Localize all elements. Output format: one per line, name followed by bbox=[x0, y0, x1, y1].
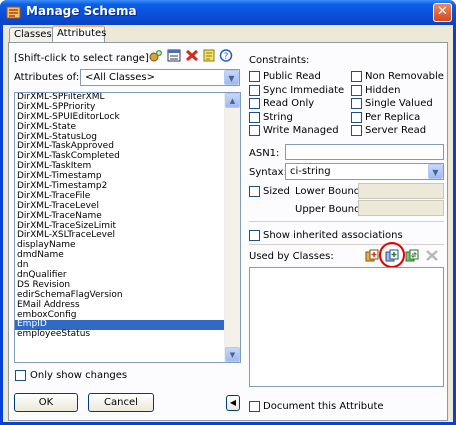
cancel-button[interactable]: Cancel bbox=[88, 393, 154, 412]
sized-checkbox[interactable] bbox=[249, 186, 260, 197]
scroll-up-icon[interactable]: ▲ bbox=[225, 93, 240, 108]
remove-class-icon[interactable] bbox=[425, 249, 439, 262]
constraint-label: Public Read bbox=[263, 71, 321, 82]
constraint-label: Write Managed bbox=[263, 125, 339, 137]
only-show-changes-label: Only show changes bbox=[30, 370, 128, 381]
constraint-label: Sync Immediate bbox=[263, 84, 345, 96]
schema-icon[interactable] bbox=[167, 49, 181, 62]
manage-schema-window: Manage Schema ✕ Classes Attributes [Shif… bbox=[0, 0, 456, 425]
constraint-label: Read Only bbox=[263, 98, 315, 110]
show-inherited-checkbox[interactable] bbox=[249, 230, 260, 241]
constraints-label: Constraints: bbox=[249, 55, 310, 66]
constraint-checkbox[interactable] bbox=[351, 98, 362, 110]
used-by-classes-list[interactable] bbox=[249, 267, 444, 387]
tab-classes[interactable]: Classes bbox=[9, 27, 53, 42]
syntax-dropdown[interactable]: ci-string ▼ bbox=[285, 163, 444, 180]
attribute-list-item[interactable]: emboxConfig bbox=[15, 310, 240, 321]
attribute-list-item[interactable]: dmdName bbox=[15, 250, 240, 261]
constraint-label: String bbox=[263, 111, 293, 123]
constraint-checkbox[interactable] bbox=[249, 125, 260, 137]
add-class-icon[interactable] bbox=[365, 249, 379, 262]
constraint-checkbox[interactable] bbox=[249, 84, 260, 96]
constraint-label: Non Removable bbox=[365, 71, 444, 82]
ok-button[interactable]: OK bbox=[14, 393, 78, 412]
window-title: Manage Schema bbox=[26, 4, 137, 18]
shift-click-hint: [Shift-click to select range] bbox=[14, 53, 149, 64]
document-attribute-label: Document this Attribute bbox=[263, 401, 384, 412]
constraint-label: Per Replica bbox=[365, 111, 421, 123]
constraint-checkbox[interactable] bbox=[249, 98, 260, 110]
notes-icon[interactable] bbox=[202, 49, 216, 62]
attribute-list[interactable]: DirXML-SPFilterXML DirXML-SPPriority DirXM… bbox=[14, 92, 241, 363]
highlight-circle bbox=[379, 242, 405, 268]
delete-icon[interactable] bbox=[185, 49, 199, 62]
syntax-label: Syntax: bbox=[249, 167, 287, 178]
upper-bound-input[interactable] bbox=[358, 200, 444, 216]
only-show-changes-checkbox[interactable] bbox=[15, 370, 26, 381]
asn1-label: ASN1: bbox=[249, 148, 280, 159]
constraint-checkbox[interactable] bbox=[249, 71, 260, 82]
attributes-panel: [Shift-click to select range] ? Attribut… bbox=[8, 42, 448, 421]
constraint-label: Server Read bbox=[365, 125, 427, 137]
constraint-checkbox[interactable] bbox=[351, 111, 362, 123]
constraint-label: Hidden bbox=[365, 84, 401, 96]
used-by-classes-label: Used by Classes: bbox=[249, 251, 334, 262]
asn1-input[interactable] bbox=[285, 144, 444, 160]
constraint-checkbox[interactable] bbox=[351, 84, 362, 96]
close-button[interactable]: ✕ bbox=[433, 3, 452, 22]
document-attribute-checkbox[interactable] bbox=[249, 401, 260, 412]
divider bbox=[249, 244, 444, 245]
chevron-down-icon[interactable]: ▼ bbox=[428, 164, 443, 179]
replace-class-icon[interactable] bbox=[405, 249, 419, 262]
show-inherited-label: Show inherited associations bbox=[263, 230, 403, 241]
lower-bound-label: Lower Bound: bbox=[295, 186, 364, 197]
new-attribute-icon[interactable] bbox=[149, 49, 163, 62]
syntax-value: ci-string bbox=[290, 166, 331, 177]
scroll-down-icon[interactable]: ▼ bbox=[225, 347, 240, 362]
tab-attributes[interactable]: Attributes bbox=[52, 25, 106, 43]
help-icon[interactable]: ? bbox=[219, 49, 233, 62]
collapse-panel-button[interactable]: ◀ bbox=[226, 395, 240, 411]
chevron-down-icon[interactable]: ▼ bbox=[224, 70, 239, 85]
constraint-checkbox[interactable] bbox=[249, 111, 260, 123]
divider bbox=[249, 221, 444, 222]
attribute-list-scrollbar[interactable]: ▲ ▼ bbox=[224, 93, 240, 362]
sized-label: Sized bbox=[263, 186, 290, 197]
constraint-checkbox[interactable] bbox=[351, 125, 362, 137]
upper-bound-label: Upper Bound: bbox=[295, 204, 364, 215]
attributes-of-label: Attributes of: bbox=[14, 72, 80, 83]
attributes-of-value: <All Classes> bbox=[85, 72, 156, 83]
schema-app-icon bbox=[6, 6, 21, 19]
attributes-of-dropdown[interactable]: <All Classes> ▼ bbox=[80, 69, 240, 86]
attribute-list-item[interactable]: employeeStatus bbox=[15, 329, 240, 340]
constraint-checkbox[interactable] bbox=[351, 71, 362, 82]
title-bar: Manage Schema ✕ bbox=[0, 0, 456, 25]
constraint-label: Single Valued bbox=[365, 98, 433, 110]
lower-bound-input[interactable] bbox=[358, 183, 444, 199]
attribute-rows: DirXML-SPFilterXML DirXML-SPPriority DirXM… bbox=[15, 93, 240, 340]
svg-text:?: ? bbox=[224, 52, 229, 62]
